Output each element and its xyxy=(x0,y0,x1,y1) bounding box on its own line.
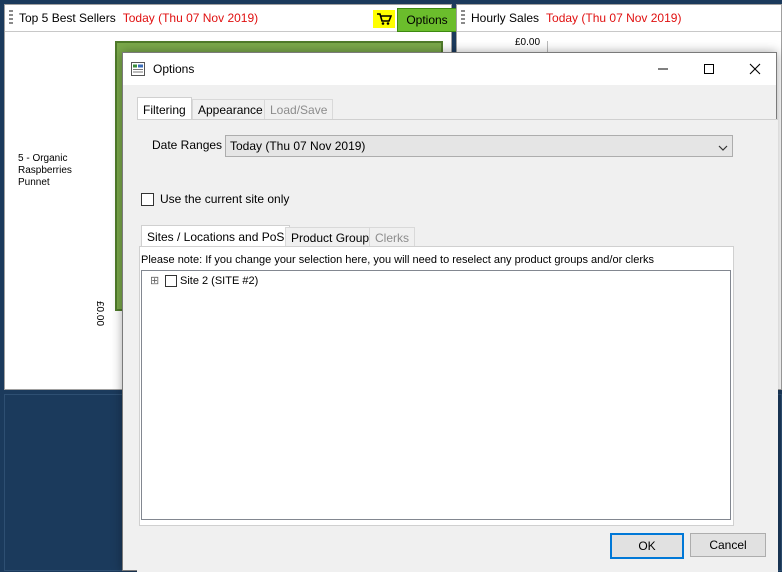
ok-button[interactable]: OK xyxy=(610,533,684,559)
plus-box-icon[interactable]: ⊞ xyxy=(150,275,162,287)
date-ranges-label: Date Ranges xyxy=(152,138,223,152)
options-button[interactable]: Options xyxy=(397,8,457,32)
bar-category-label: 5 - Organic Raspberries Punnet xyxy=(18,153,72,188)
tab-appearance[interactable]: Appearance xyxy=(192,99,269,120)
site-label: Site 2 (SITE #2) xyxy=(180,275,259,287)
options-dialog: Options Filtering Appearance Load/Save D… xyxy=(122,52,778,572)
tab-clerks[interactable]: Clerks xyxy=(369,227,416,248)
maximize-button[interactable] xyxy=(686,53,732,85)
dialog-title: Options xyxy=(153,62,195,76)
sites-tree[interactable]: ⊞ Site 2 (SITE #2) xyxy=(141,270,731,520)
tree-item[interactable]: ⊞ Site 2 (SITE #2) xyxy=(150,275,258,287)
best-sellers-title: Top 5 Best Sellers xyxy=(19,11,116,25)
current-site-checkbox-row[interactable]: Use the current site only xyxy=(141,192,289,206)
chevron-down-icon xyxy=(718,141,728,155)
dialog-titlebar[interactable]: Options xyxy=(123,53,776,85)
close-icon xyxy=(749,63,761,75)
hourly-sales-date: Today (Thu 07 Nov 2019) xyxy=(546,11,682,25)
selection-note: Please note: If you change your selectio… xyxy=(141,254,655,266)
current-site-checkbox[interactable] xyxy=(141,192,154,206)
bar-axis-label: £0.00 xyxy=(94,301,105,327)
date-ranges-value: Today (Thu 07 Nov 2019) xyxy=(230,139,366,153)
best-sellers-date: Today (Thu 07 Nov 2019) xyxy=(122,11,259,25)
shopping-cart-icon[interactable] xyxy=(373,10,395,28)
cancel-button[interactable]: Cancel xyxy=(690,533,766,557)
hourly-sales-header: Hourly Sales Today (Thu 07 Nov 2019) xyxy=(457,5,781,32)
minimize-icon xyxy=(658,68,668,70)
options-window-icon xyxy=(131,62,145,76)
minimize-button[interactable] xyxy=(640,53,686,85)
current-site-label: Use the current site only xyxy=(160,192,290,206)
drag-grip-icon[interactable] xyxy=(9,10,13,26)
tab-sites-locations[interactable]: Sites / Locations and PoS xyxy=(141,225,291,248)
drag-grip-icon[interactable] xyxy=(461,10,465,26)
site-checkbox[interactable] xyxy=(165,275,177,287)
close-button[interactable] xyxy=(732,53,778,85)
date-ranges-select[interactable]: Today (Thu 07 Nov 2019) xyxy=(225,135,733,157)
tab-filtering[interactable]: Filtering xyxy=(137,97,192,121)
tab-product-group[interactable]: Product Group xyxy=(285,227,376,248)
hourly-sales-title: Hourly Sales xyxy=(471,11,540,25)
tab-load-save[interactable]: Load/Save xyxy=(264,99,334,120)
hourly-axis-label: £0.00 xyxy=(515,37,541,48)
best-sellers-header: Top 5 Best Sellers Today (Thu 07 Nov 201… xyxy=(5,5,457,32)
maximize-icon xyxy=(704,64,714,74)
